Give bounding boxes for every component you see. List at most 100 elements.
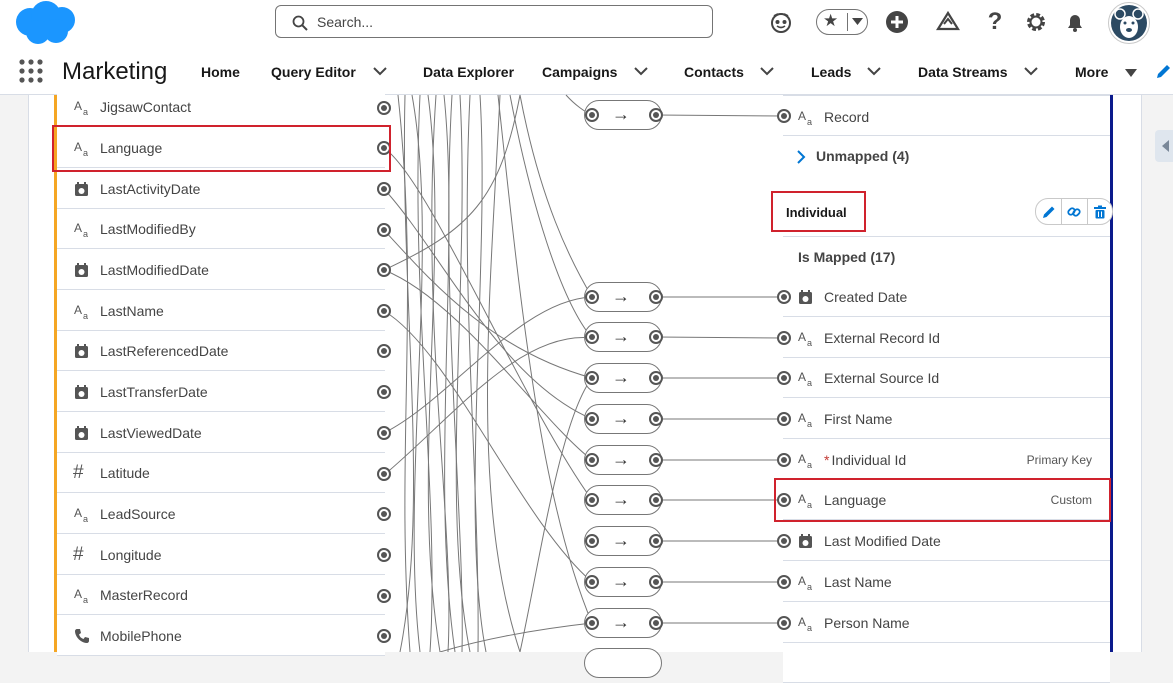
target-connector[interactable] xyxy=(777,331,791,345)
target-field-row[interactable]: Created Date xyxy=(783,277,1110,317)
transform-output-connector[interactable] xyxy=(649,453,663,467)
source-field-row[interactable]: Aa Language xyxy=(57,128,385,168)
source-field-row[interactable]: Aa LastName xyxy=(57,291,385,331)
delete-button[interactable] xyxy=(1090,202,1110,222)
source-field-row[interactable]: Aa LeadSource xyxy=(57,494,385,534)
transform-input-connector[interactable] xyxy=(585,534,599,548)
transform-input-connector[interactable] xyxy=(585,616,599,630)
arrow-right-icon: → xyxy=(612,408,630,428)
text-type-glyph: A xyxy=(798,411,806,425)
chevron-right-icon xyxy=(797,150,806,164)
target-field-row[interactable]: Aa First Name xyxy=(783,399,1110,439)
transform-input-connector[interactable] xyxy=(585,290,599,304)
source-field-label: LastModifiedBy xyxy=(100,221,196,237)
source-connector[interactable] xyxy=(377,507,391,521)
source-connector[interactable] xyxy=(377,344,391,358)
transform-output-connector[interactable] xyxy=(649,108,663,122)
custom-field-badge: Custom xyxy=(1050,493,1092,507)
unmapped-section-toggle[interactable]: Unmapped (4) xyxy=(783,136,1110,177)
transform-input-connector[interactable] xyxy=(585,412,599,426)
text-type-glyph: A xyxy=(74,140,82,154)
source-field-row[interactable]: LastViewedDate xyxy=(57,413,385,453)
source-connector[interactable] xyxy=(377,589,391,603)
text-type-glyph: a xyxy=(83,229,88,238)
source-field-row[interactable]: LastActivityDate xyxy=(57,169,385,209)
source-connector[interactable] xyxy=(377,629,391,643)
source-connector[interactable] xyxy=(377,385,391,399)
target-field-row[interactable]: Aa External Record Id xyxy=(783,318,1110,358)
source-connector[interactable] xyxy=(377,263,391,277)
target-connector[interactable] xyxy=(777,109,791,123)
transform-input-connector[interactable] xyxy=(585,371,599,385)
target-field-label: External Source Id xyxy=(824,370,940,386)
transform-input-connector[interactable] xyxy=(585,493,599,507)
transform-output-connector[interactable] xyxy=(649,290,663,304)
transform-node[interactable] xyxy=(584,648,662,678)
mapping-line xyxy=(417,94,433,652)
source-field-row[interactable]: Aa JigsawContact xyxy=(57,87,385,127)
source-connector[interactable] xyxy=(377,182,391,196)
link-button[interactable] xyxy=(1064,202,1084,222)
source-field-label: Language xyxy=(100,140,163,156)
transform-output-connector[interactable] xyxy=(649,575,663,589)
edit-button[interactable] xyxy=(1039,202,1059,222)
target-field-row[interactable]: Aa Person Name xyxy=(783,603,1110,643)
transform-output-connector[interactable] xyxy=(649,371,663,385)
date-type-icon xyxy=(75,182,88,196)
source-connector[interactable] xyxy=(377,426,391,440)
target-field-row[interactable]: Last Modified Date xyxy=(783,521,1110,561)
text-type-glyph: A xyxy=(74,587,82,601)
target-connector[interactable] xyxy=(777,616,791,630)
source-field-row[interactable]: # Latitude xyxy=(57,453,385,493)
text-type-glyph: a xyxy=(83,514,88,523)
source-field-label: LastTransferDate xyxy=(100,384,208,400)
target-field-row[interactable] xyxy=(783,643,1110,683)
transform-output-connector[interactable] xyxy=(649,330,663,344)
mapping-line xyxy=(474,94,487,652)
transform-input-connector[interactable] xyxy=(585,575,599,589)
source-field-row[interactable]: MobilePhone xyxy=(57,616,385,656)
target-field-label: Last Modified Date xyxy=(824,533,941,549)
source-connector[interactable] xyxy=(377,223,391,237)
target-field-row[interactable]: Aa Last Name xyxy=(783,562,1110,602)
text-type-glyph: A xyxy=(798,109,806,123)
transform-output-connector[interactable] xyxy=(649,412,663,426)
source-field-row[interactable]: LastReferencedDate xyxy=(57,331,385,371)
transform-output-connector[interactable] xyxy=(649,616,663,630)
target-connector[interactable] xyxy=(777,453,791,467)
arrow-right-icon: → xyxy=(612,530,630,550)
transform-output-connector[interactable] xyxy=(649,493,663,507)
target-field-row[interactable]: Aa Record xyxy=(783,95,1110,136)
button-divider xyxy=(1061,199,1062,224)
source-connector[interactable] xyxy=(377,141,391,155)
source-field-row[interactable]: LastModifiedDate xyxy=(57,250,385,290)
source-field-row[interactable]: LastTransferDate xyxy=(57,372,385,412)
primary-key-badge: Primary Key xyxy=(1026,453,1092,467)
target-field-row[interactable]: Aa External Source Id xyxy=(783,358,1110,398)
target-connector[interactable] xyxy=(777,534,791,548)
mapped-section-header[interactable]: Is Mapped (17) xyxy=(783,236,1110,278)
link-icon xyxy=(1067,207,1081,217)
target-connector[interactable] xyxy=(777,371,791,385)
transform-input-connector[interactable] xyxy=(585,453,599,467)
transform-input-connector[interactable] xyxy=(585,108,599,122)
target-field-row[interactable]: Aa Language Custom xyxy=(783,480,1110,520)
source-field-row[interactable]: Aa MasterRecord xyxy=(57,575,385,615)
source-connector[interactable] xyxy=(377,101,391,115)
transform-input-connector[interactable] xyxy=(585,330,599,344)
text-type-icon: Aa xyxy=(74,221,88,238)
source-connector[interactable] xyxy=(377,548,391,562)
target-connector[interactable] xyxy=(777,412,791,426)
mapping-line xyxy=(509,94,593,339)
transform-output-connector[interactable] xyxy=(649,534,663,548)
source-connector[interactable] xyxy=(377,304,391,318)
target-field-row[interactable]: Aa * Individual Id Primary Key xyxy=(783,440,1110,480)
target-connector[interactable] xyxy=(777,493,791,507)
arrow-right-icon: → xyxy=(612,104,630,124)
source-connector[interactable] xyxy=(377,467,391,481)
source-field-row[interactable]: # Longitude xyxy=(57,535,385,575)
source-field-row[interactable]: Aa LastModifiedBy xyxy=(57,209,385,249)
arrow-right-icon: → xyxy=(612,326,630,346)
target-connector[interactable] xyxy=(777,290,791,304)
target-connector[interactable] xyxy=(777,575,791,589)
